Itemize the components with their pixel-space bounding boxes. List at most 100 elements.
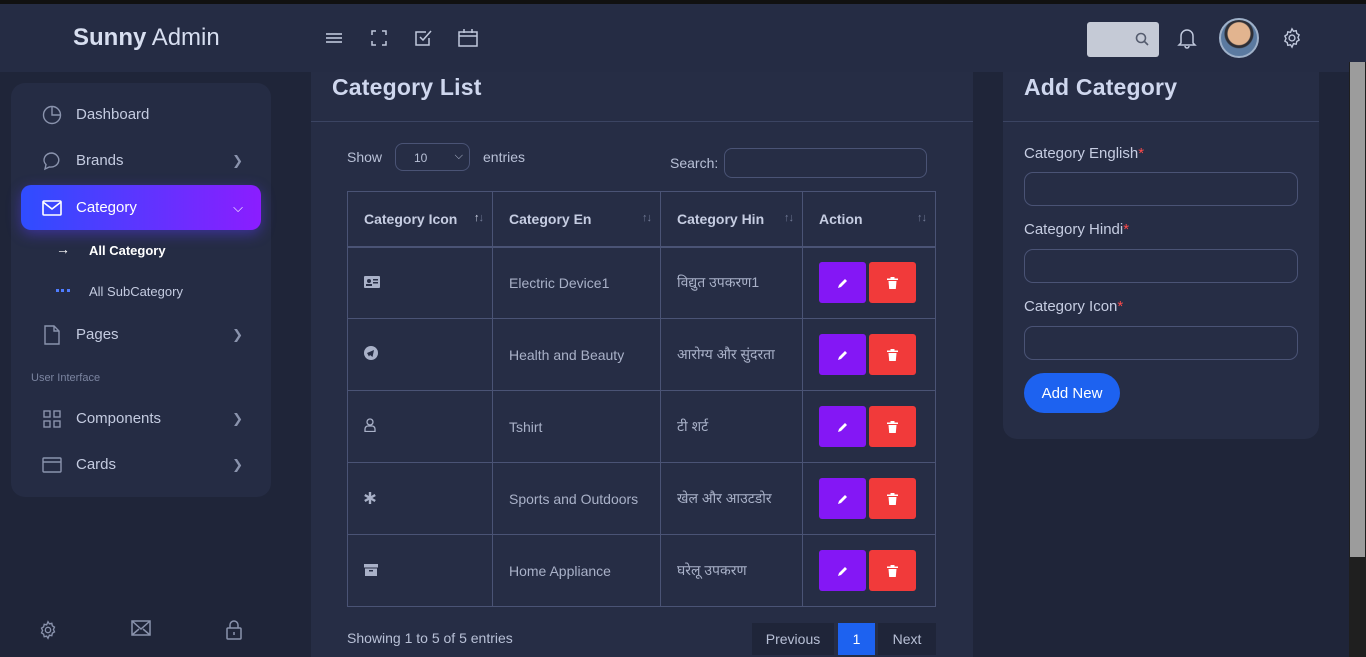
chevron-down-icon: ⌵ [233,200,243,215]
chevron-right-icon: ❯ [232,153,243,168]
field-label-english: Category English* [1024,145,1145,162]
category-hin-cell: घरेलू उपकरण [660,534,803,607]
id-card-icon [364,275,380,291]
sort-asc-icon: ↑↓ [474,212,484,224]
sort-icon: ↑↓ [642,212,652,224]
brand-logo[interactable]: Sunny Admin [73,24,220,52]
footer-mail-icon[interactable] [131,620,151,641]
category-en-cell: Sports and Outdoors [492,462,661,535]
pagination-next[interactable]: Next [878,623,936,655]
category-english-input[interactable] [1024,172,1298,206]
mail-icon [41,197,63,219]
pencil-icon [837,278,847,288]
chevron-right-icon: ❯ [232,457,243,472]
category-icon-input[interactable] [1024,326,1298,360]
chevron-right-icon: ❯ [232,411,243,426]
sidebar-item-cards[interactable]: Cards ❯ [21,442,261,487]
field-label-hindi: Category Hindi* [1024,221,1130,238]
sidebar-item-dashboard[interactable]: Dashboard [21,92,261,137]
table-search-input[interactable] [724,148,927,178]
sidebar-item-label: Components [76,410,162,427]
arrow-right-icon: → [56,241,70,257]
table-row: Sports and Outdoors खेल और आउटडोर [347,462,936,535]
category-en-cell: Tshirt [492,390,661,463]
top-header: Sunny Admin [0,4,1349,72]
pagination-page-1[interactable]: 1 [838,623,875,655]
calendar-icon[interactable] [456,26,480,50]
delete-button[interactable] [869,334,916,375]
category-table: Category Icon ↑↓ Category En ↑↓ Category H… [347,191,936,607]
delete-button[interactable] [869,478,916,519]
edit-button[interactable] [819,334,866,375]
chevron-down-icon: ⌵ [454,150,463,162]
column-header-category-hin[interactable]: Category Hin ↑↓ [660,191,803,248]
trash-icon [887,420,898,433]
header-search-input[interactable] [1087,22,1159,57]
table-row: Electric Device1 विद्युत उपकरण1 [347,246,936,319]
entries-label: entries [483,149,526,165]
app-frame: Sunny Admin Dashboard Brands ❯ Category … [0,0,1366,657]
category-list-panel: Category List Show 10 ⌵ entries Search: C… [311,72,973,657]
table-row: Health and Beauty आरोग्य और सुंदरता [347,318,936,391]
column-header-category-en[interactable]: Category En ↑↓ [492,191,661,248]
footer-settings-icon[interactable] [38,620,58,645]
edit-button[interactable] [819,406,866,447]
trash-icon [887,348,898,361]
menu-toggle-icon[interactable] [322,26,346,50]
pencil-icon [837,566,847,576]
sort-icon: ↑↓ [784,212,794,224]
dots-icon [56,289,70,292]
pencil-icon [837,494,847,504]
category-en-cell: Home Appliance [492,534,661,607]
user-icon [364,418,376,435]
sidebar-subitem-all-subcategory[interactable]: All SubCategory [89,284,183,299]
footer-lock-icon[interactable] [226,620,242,645]
pagination-previous[interactable]: Previous [752,623,834,655]
table-header-row: Category Icon ↑↓ Category En ↑↓ Category H… [347,191,936,248]
page-title: Category List [332,74,482,100]
archive-icon [364,563,378,579]
chat-icon [41,150,63,172]
delete-button[interactable] [869,550,916,591]
add-category-panel: Add Category Category English* Category … [1003,72,1319,439]
sidebar-item-label: Brands [76,152,124,169]
field-label-icon: Category Icon* [1024,298,1124,315]
category-hindi-input[interactable] [1024,249,1298,283]
sidebar-item-brands[interactable]: Brands ❯ [21,138,261,183]
category-hin-cell: आरोग्य और सुंदरता [660,318,803,391]
sidebar-item-category[interactable]: Category ⌵ [21,185,261,230]
trash-icon [887,492,898,505]
sidebar-item-components[interactable]: Components ❯ [21,396,261,441]
grid-icon [41,408,63,430]
delete-button[interactable] [869,262,916,304]
delete-button[interactable] [869,406,916,447]
pencil-icon [837,422,847,432]
asterisk-icon [364,491,376,507]
card-icon [41,454,63,476]
form-title: Add Category [1024,74,1178,100]
scrollbar-thumb[interactable] [1350,62,1365,557]
page-scrollbar[interactable] [1349,62,1366,657]
add-new-button[interactable]: Add New [1024,373,1120,413]
edit-button[interactable] [819,550,866,591]
sidebar-subitem-all-category[interactable]: All Category [89,243,166,258]
settings-gear-icon[interactable] [1280,26,1304,50]
edit-button[interactable] [819,262,866,304]
file-icon [41,324,63,346]
column-header-action[interactable]: Action ↑↓ [802,191,936,248]
sidebar-item-label: Cards [76,456,117,473]
search-icon [1135,32,1149,46]
edit-button[interactable] [819,478,866,519]
avatar[interactable] [1219,18,1259,58]
pie-chart-icon [41,104,63,126]
entries-select[interactable]: 10 ⌵ [395,143,470,171]
column-header-category-icon[interactable]: Category Icon ↑↓ [347,191,493,248]
search-label: Search: [670,155,719,171]
table-row: Home Appliance घरेलू उपकरण [347,534,936,607]
sidebar-item-pages[interactable]: Pages ❯ [21,312,261,357]
checkbox-icon[interactable] [411,26,435,50]
trash-icon [887,564,898,577]
fullscreen-icon[interactable] [367,26,391,50]
bell-icon[interactable] [1175,26,1199,50]
sort-icon: ↑↓ [917,212,927,224]
